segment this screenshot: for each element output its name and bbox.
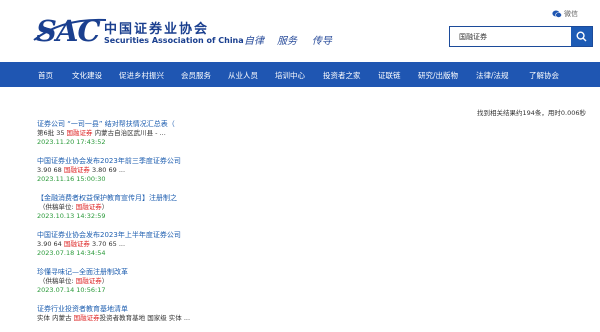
search-form	[449, 26, 593, 47]
nav-item-home[interactable]: 首页	[38, 70, 53, 81]
snippet-text: ）	[101, 203, 109, 211]
result-item: 中国证券业协会发布2023年前三季度证券公司 3.90 68 国融证券 3.80…	[37, 157, 557, 184]
result-item: 证券公司 “一司一县” 结对帮扶情况汇总表（ 第6批 35 国融证券 内蒙古自治…	[37, 120, 557, 147]
nav-item-law[interactable]: 法律/法规	[476, 70, 509, 81]
nav-item-training[interactable]: 培训中心	[275, 70, 305, 81]
result-item: 【金融消费者权益保护教育宣传月】注册制之 （供稿单位: 国融证券） 2023.1…	[37, 194, 557, 221]
wechat-label: 微信	[564, 10, 578, 18]
snippet-text: 3.90 64	[37, 240, 64, 248]
result-title[interactable]: 珍懂寻味记—全面注册制改革	[37, 268, 557, 277]
result-date: 2023.10.13 14:32:59	[37, 212, 106, 220]
result-title[interactable]: 【金融消费者权益保护教育宣传月】注册制之	[37, 194, 557, 203]
result-title[interactable]: 证券公司 “一司一县” 结对帮扶情况汇总表（	[37, 120, 557, 129]
main-nav: 首页 文化建设 促进乡村振兴 会员服务 从业人员 培训中心 投资者之家 证联链 …	[0, 62, 600, 87]
snippet-highlight: 国融证券	[75, 277, 102, 285]
result-date: 2023.07.14 10:56:17	[37, 286, 106, 294]
logo-chinese-name: 中国证券业协会	[104, 22, 210, 37]
nav-item-member-service[interactable]: 会员服务	[181, 70, 211, 81]
result-title[interactable]: 证券行业投资者教育基地清单	[37, 305, 557, 314]
wechat-icon	[552, 10, 562, 18]
result-item: 中国证券业协会发布2023年上半年度证券公司 3.90 64 国融证券 3.70…	[37, 231, 557, 258]
snippet-text: 3.80 69 ...	[89, 166, 126, 174]
result-snippet: （供稿单位: 国融证券）	[37, 203, 557, 212]
sac-logo[interactable]: SAC 中国证券业协会 Securities Association of Ch…	[33, 14, 246, 48]
nav-item-practitioners[interactable]: 从业人员	[228, 70, 258, 81]
snippet-text: 3.70 65 ...	[89, 240, 126, 248]
result-snippet: 第6批 35 国融证券 内蒙古自治区武川县 - ...	[37, 129, 557, 138]
snippet-text: （供稿单位:	[39, 277, 76, 285]
snippet-text: 投资者教育基地 国家级 实体 ...	[99, 314, 191, 322]
result-snippet: （供稿单位: 国融证券）	[37, 277, 557, 286]
snippet-text: （供稿单位:	[39, 203, 76, 211]
result-title[interactable]: 中国证券业协会发布2023年前三季度证券公司	[37, 157, 557, 166]
result-snippet: 3.90 64 国融证券 3.70 65 ...	[37, 240, 557, 249]
result-item: 证券行业投资者教育基地清单 实体 内蒙古 国融证券投资者教育基地 国家级 实体 …	[37, 305, 557, 323]
result-title[interactable]: 中国证券业协会发布2023年上半年度证券公司	[37, 231, 557, 240]
snippet-highlight: 国融证券	[63, 240, 90, 248]
snippet-highlight: 国融证券	[73, 314, 100, 322]
slogan-1: 自律	[244, 36, 264, 47]
snippet-highlight: 国融证券	[63, 166, 90, 174]
wechat-link[interactable]: 微信	[552, 9, 578, 19]
nav-item-research[interactable]: 研究/出版物	[418, 70, 458, 81]
snippet-highlight: 国融证券	[75, 203, 102, 211]
logo-acronym: SAC	[36, 14, 101, 48]
snippet-text: 内蒙古自治区武川县 - ...	[92, 129, 166, 137]
nav-item-investors[interactable]: 投资者之家	[323, 70, 361, 81]
site-header: SAC 中国证券业协会 Securities Association of Ch…	[0, 0, 600, 62]
result-count: 找到相关结果约194条，用时0.006秒	[476, 109, 586, 117]
nav-item-rural[interactable]: 促进乡村振兴	[119, 70, 164, 81]
nav-item-chain[interactable]: 证联链	[378, 70, 401, 81]
snippet-highlight: 国融证券	[66, 129, 93, 137]
slogan-3: 传导	[312, 36, 332, 47]
result-date: 2023.11.16 15:00:30	[37, 175, 106, 183]
search-button[interactable]	[571, 27, 592, 46]
nav-item-about[interactable]: 了解协会	[529, 70, 559, 81]
snippet-text: 3.90 68	[37, 166, 64, 174]
result-snippet: 3.90 68 国融证券 3.80 69 ...	[37, 166, 557, 175]
search-icon	[576, 31, 587, 42]
result-date: 2023.07.18 14:34:54	[37, 249, 106, 257]
search-input[interactable]	[450, 27, 571, 46]
logo-english-name: Securities Association of China	[104, 36, 244, 45]
result-item: 珍懂寻味记—全面注册制改革 （供稿单位: 国融证券） 2023.07.14 10…	[37, 268, 557, 295]
result-snippet: 实体 内蒙古 国融证券投资者教育基地 国家级 实体 ...	[37, 314, 557, 323]
snippet-text: ）	[101, 277, 109, 285]
result-date: 2023.11.20 17:43:52	[37, 138, 106, 146]
snippet-text: 实体 内蒙古	[37, 314, 74, 322]
slogan-2: 服务	[277, 36, 297, 47]
nav-item-culture[interactable]: 文化建设	[72, 70, 102, 81]
snippet-text: 第6批 35	[37, 129, 67, 137]
